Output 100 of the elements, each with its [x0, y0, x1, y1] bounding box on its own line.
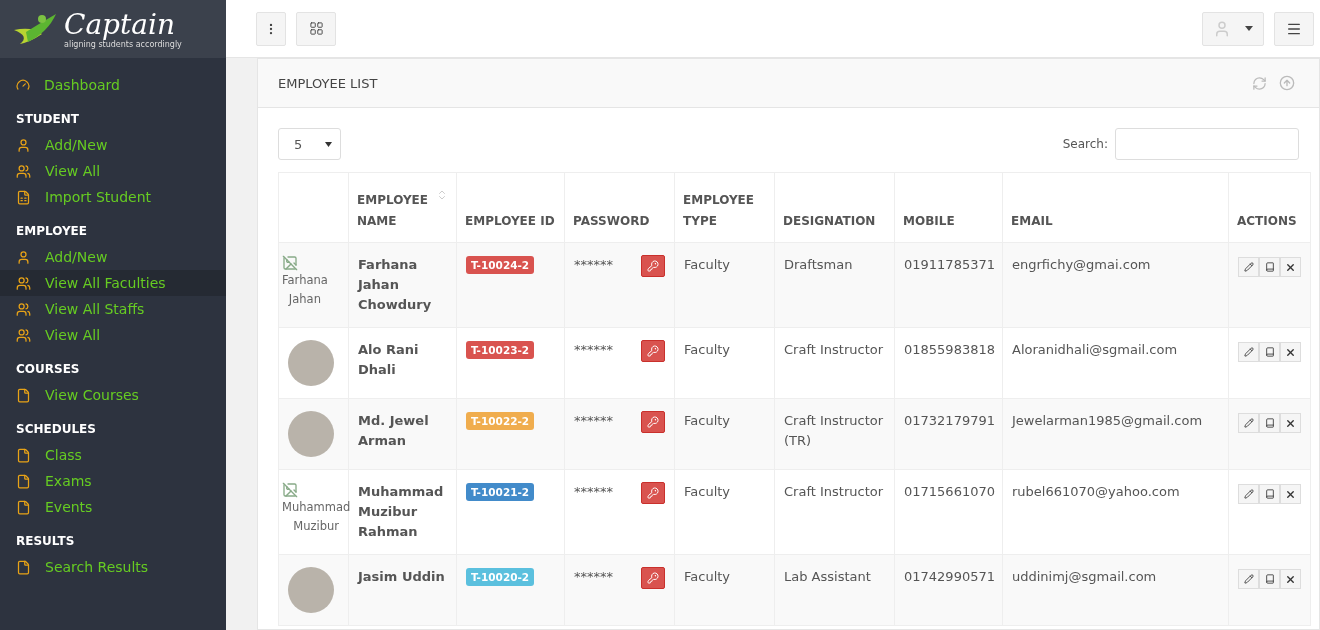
employee-id-badge: T-10024-2: [466, 256, 535, 274]
gauge-icon: [16, 78, 30, 92]
grid-button[interactable]: [296, 11, 336, 46]
table-cell: Faculty: [674, 554, 775, 626]
delete-button[interactable]: [1280, 569, 1301, 589]
sidebar-item[interactable]: View All Staffs: [0, 296, 226, 322]
pencil-icon: [1243, 574, 1254, 584]
employee-id-badge: T-10021-2: [466, 483, 535, 501]
close-icon: [1285, 417, 1296, 429]
column-header[interactable]: MOBILE: [894, 172, 1003, 243]
table-cell: Aloranidhali@sgmail.com: [1002, 327, 1229, 399]
book-icon: [1264, 418, 1275, 428]
delete-button[interactable]: [1280, 342, 1301, 362]
key-icon: [647, 487, 659, 499]
sidebar-item[interactable]: View All: [0, 158, 226, 184]
users-icon: [16, 301, 31, 317]
sidebar-item[interactable]: View All Faculties: [0, 270, 226, 296]
sidebar-item[interactable]: Add/New: [0, 244, 226, 270]
image-alt-text: Muhammad Muzibur: [282, 499, 351, 535]
reset-password-button[interactable]: [641, 567, 665, 589]
table-cell: Craft Instructor: [774, 327, 895, 399]
file-icon: [16, 447, 31, 463]
edit-button[interactable]: [1238, 257, 1259, 277]
sidebar-heading: SCHEDULES: [15, 421, 97, 438]
column-header[interactable]: EMPLOYEE NAME: [348, 172, 457, 243]
view-button[interactable]: [1259, 484, 1280, 504]
table-cell: Jewelarman1985@gmail.com: [1002, 398, 1229, 470]
sidebar-item[interactable]: Dashboard: [0, 72, 226, 98]
key-icon: [647, 572, 659, 584]
file-icon: [16, 559, 31, 575]
key-icon: [647, 345, 659, 357]
sidebar-item[interactable]: Class: [0, 442, 226, 468]
page-size-select[interactable]: 5: [278, 128, 341, 160]
sidebar-item[interactable]: Add/New: [0, 132, 226, 158]
book-icon: [1264, 262, 1275, 272]
sidebar-item[interactable]: Import Student: [0, 184, 226, 210]
users-icon: [16, 275, 31, 291]
delete-button[interactable]: [1280, 484, 1301, 504]
sidebar-item[interactable]: View All: [0, 322, 226, 348]
column-header[interactable]: EMAIL: [1002, 172, 1229, 243]
user-icon: [1213, 19, 1231, 38]
table-cell: Draftsman: [774, 242, 895, 328]
view-button[interactable]: [1259, 257, 1280, 277]
reset-password-button[interactable]: [641, 482, 665, 504]
table-cell: Craft Instructor (TR): [774, 398, 895, 470]
table-cell: Muhammad Muzibur Rahman: [348, 469, 457, 555]
file-icon: [16, 473, 31, 489]
table-cell: 01742990571: [894, 554, 1003, 626]
table-cell: Faculty: [674, 398, 775, 470]
book-icon: [1264, 347, 1275, 357]
photo-placeholder: [288, 340, 334, 386]
pencil-icon: [1243, 418, 1254, 428]
search-field[interactable]: [1115, 128, 1299, 160]
edit-button[interactable]: [1238, 484, 1259, 504]
sidebar-heading: EMPLOYEE: [15, 223, 88, 240]
column-header[interactable]: PASSWORD: [564, 172, 675, 243]
delete-button[interactable]: [1280, 257, 1301, 277]
column-header[interactable]: EMPLOYEE ID: [456, 172, 565, 243]
sidebar-heading: STUDENT: [15, 111, 80, 128]
panel-title: EMPLOYEE LIST: [278, 75, 379, 91]
sidebar-item[interactable]: Exams: [0, 468, 226, 494]
file-icon: [16, 499, 31, 515]
edit-button[interactable]: [1238, 413, 1259, 433]
photo-placeholder: [288, 567, 334, 613]
password-mask: ******: [574, 256, 613, 274]
edit-button[interactable]: [1238, 569, 1259, 589]
pencil-icon: [1243, 489, 1254, 499]
close-icon: [1285, 346, 1296, 358]
search-label: Search:: [1062, 137, 1108, 151]
column-header[interactable]: EMPLOYEE TYPE: [674, 172, 775, 243]
view-button[interactable]: [1259, 413, 1280, 433]
delete-button[interactable]: [1280, 413, 1301, 433]
close-icon: [1285, 488, 1296, 500]
spreadsheet-file-icon: [16, 189, 31, 205]
close-icon: [1285, 261, 1296, 273]
password-mask: ******: [574, 412, 613, 430]
sidebar-item[interactable]: Search Results: [0, 554, 226, 580]
column-header[interactable]: DESIGNATION: [774, 172, 895, 243]
column-header[interactable]: ACTIONS: [1228, 172, 1311, 243]
users-icon: [16, 163, 31, 179]
table-cell: Faculty: [674, 469, 775, 555]
view-button[interactable]: [1259, 569, 1280, 589]
table-cell: 01911785371: [894, 242, 1003, 328]
sidebar-heading: RESULTS: [15, 533, 76, 550]
caret-icon: [1245, 26, 1253, 31]
pencil-icon: [1243, 347, 1254, 357]
edit-button[interactable]: [1238, 342, 1259, 362]
table-cell: 01732179791: [894, 398, 1003, 470]
table-cell: Faculty: [674, 242, 775, 328]
file-icon: [16, 387, 31, 403]
close-icon: [1285, 573, 1296, 585]
view-button[interactable]: [1259, 342, 1280, 362]
image-alt-text: Farhana Jahan: [282, 272, 328, 308]
reset-password-button[interactable]: [641, 340, 665, 362]
reset-password-button[interactable]: [641, 255, 665, 277]
password-mask: ******: [574, 341, 613, 359]
sidebar-item[interactable]: View Courses: [0, 382, 226, 408]
sidebar-item[interactable]: Events: [0, 494, 226, 520]
reset-password-button[interactable]: [641, 411, 665, 433]
menu-button[interactable]: [1274, 11, 1314, 46]
